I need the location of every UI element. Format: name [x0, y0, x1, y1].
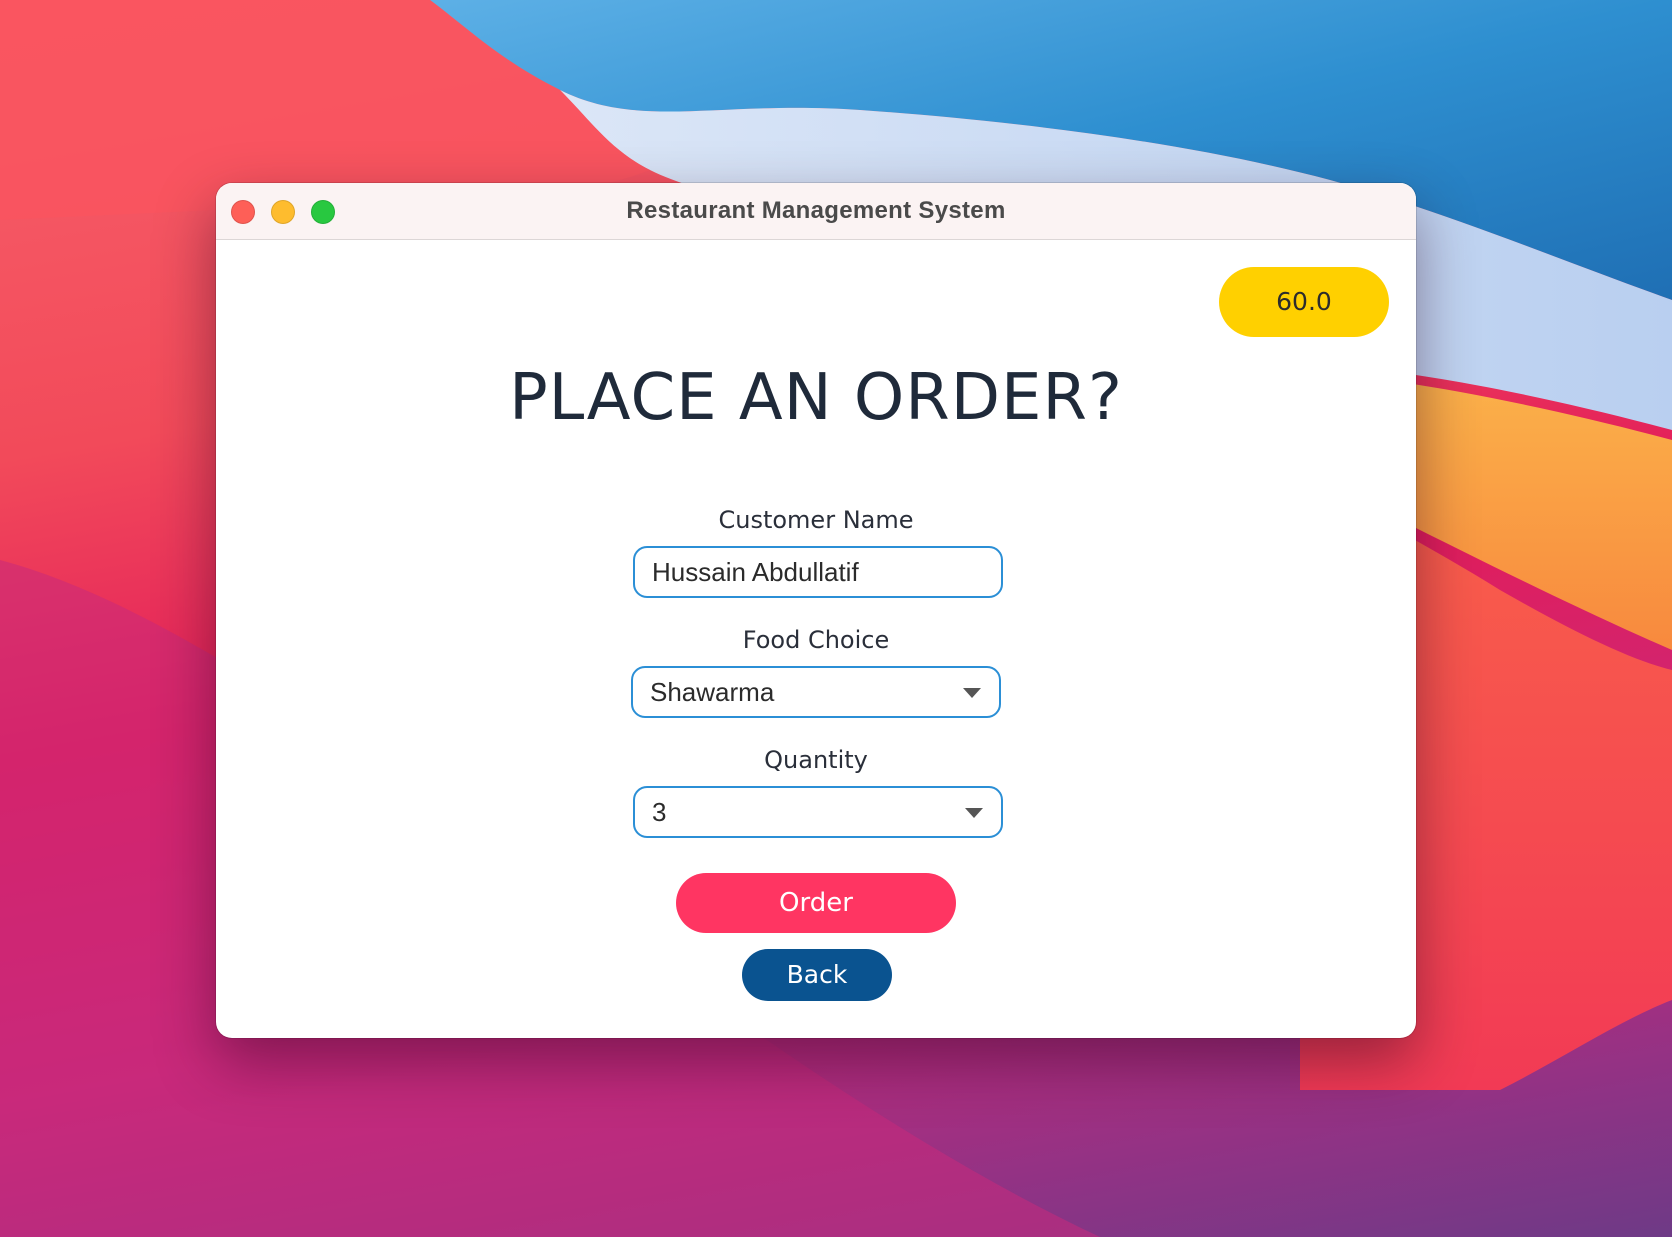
- balance-badge: 60.0: [1219, 267, 1389, 337]
- food-choice-select[interactable]: Shawarma: [631, 666, 1001, 718]
- chevron-down-icon: [965, 808, 983, 818]
- quantity-value: 3: [652, 797, 667, 827]
- back-button[interactable]: Back: [742, 949, 892, 1001]
- customer-name-label: Customer Name: [718, 506, 914, 534]
- order-button[interactable]: Order: [676, 873, 956, 933]
- page-title: PLACE AN ORDER?: [509, 361, 1123, 435]
- window-title: Restaurant Management System: [626, 197, 1006, 224]
- app-window: Restaurant Management System 60.0 PLACE …: [216, 183, 1416, 1038]
- title-bar[interactable]: Restaurant Management System: [216, 183, 1416, 240]
- customer-name-input[interactable]: Hussain Abdullatif: [633, 546, 1003, 598]
- quantity-select[interactable]: 3: [633, 786, 1003, 838]
- customer-name-value: Hussain Abdullatif: [652, 557, 859, 587]
- food-choice-value: Shawarma: [650, 677, 775, 707]
- chevron-down-icon: [963, 688, 981, 698]
- food-choice-label: Food Choice: [742, 626, 890, 654]
- quantity-label: Quantity: [764, 746, 868, 774]
